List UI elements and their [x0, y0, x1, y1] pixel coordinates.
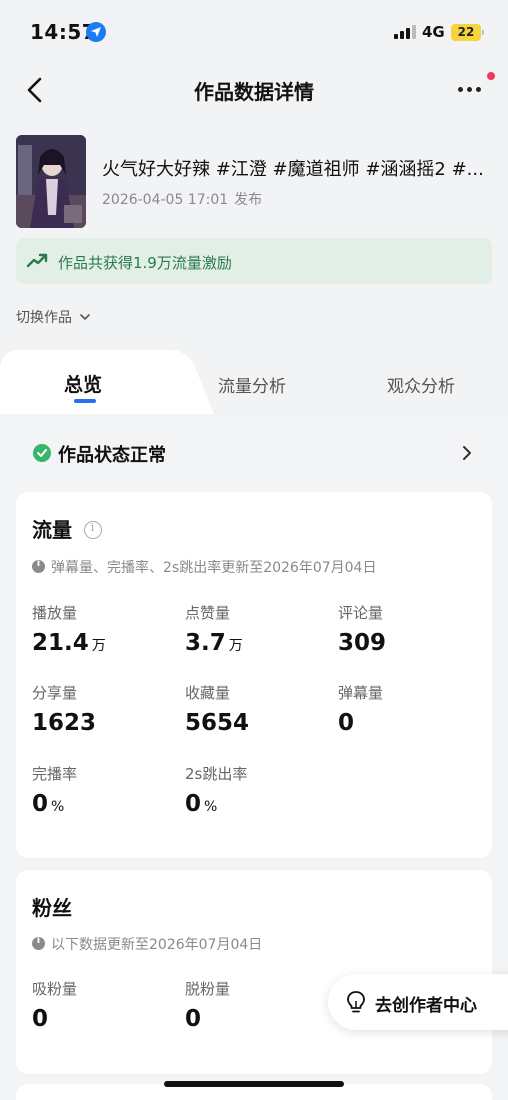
banner-text: 作品共获得1.9万流量激励 — [58, 254, 232, 272]
metric-value: 1623 — [32, 710, 97, 736]
info-icon[interactable] — [84, 521, 102, 539]
work-published-label: 发布 — [234, 192, 263, 208]
fans-title: 粉丝 — [32, 896, 72, 920]
work-thumbnail[interactable] — [16, 135, 86, 228]
metric-label: 分享量 — [32, 684, 78, 702]
metric-value: 0 — [185, 791, 202, 817]
work-status-text: 作品状态正常 — [58, 445, 166, 466]
info-dot-icon — [32, 558, 45, 573]
metric-value: 309 — [338, 630, 387, 656]
network-type: 4G — [422, 23, 445, 41]
metric-label: 脱粉量 — [185, 980, 231, 998]
metric-value: 0 — [32, 791, 49, 817]
creator-center-label: 去创作者中心 — [375, 996, 477, 1016]
work-date: 2026-04-05 17:01 — [102, 192, 229, 208]
metric-value-row: 21.4 万 — [32, 630, 172, 656]
metric-value: 0 — [185, 1006, 202, 1032]
metric-completion-rate[interactable]: 完播率 0% — [32, 763, 172, 817]
work-status-row[interactable]: 作品状态正常 — [0, 414, 508, 488]
metric-danmaku[interactable]: 弹幕量 0 — [338, 682, 478, 736]
metric-label: 2s跳出率 — [185, 765, 248, 783]
fans-card: 粉丝 以下数据更新至2026年07月04日 吸粉量 0 脱粉量 0 — [16, 870, 492, 1074]
metric-value-row: 0 — [338, 710, 478, 736]
metric-plays[interactable]: 播放量 21.4 万 — [32, 602, 172, 656]
chevron-down-icon — [80, 314, 91, 321]
traffic-note-text: 弹幕量、完播率、2s跳出率更新至2026年07月04日 — [51, 560, 377, 576]
lightbulb-icon — [347, 991, 365, 1013]
traffic-update-note: 弹幕量、完播率、2s跳出率更新至2026年07月04日 — [32, 557, 376, 577]
work-title[interactable]: 火气好大好辣 #江澄 #魔道祖师 #涵涵摇2 #... — [102, 155, 502, 181]
chevron-right-icon — [463, 446, 471, 460]
metric-value-row: 5654 — [185, 710, 325, 736]
metric-value-row: 3.7 万 — [185, 630, 325, 656]
check-circle-icon — [33, 444, 51, 462]
metric-value: 3.7 — [185, 630, 226, 656]
metric-value-row: 0% — [32, 791, 172, 817]
metric-fans-lost[interactable]: 脱粉量 0 — [185, 978, 325, 1032]
traffic-card: 流量 弹幕量、完播率、2s跳出率更新至2026年07月04日 播放量 21.4万… — [16, 492, 492, 858]
fans-update-note: 以下数据更新至2026年07月04日 — [32, 934, 262, 954]
metric-label: 弹幕量 — [338, 684, 384, 702]
metric-unit: % — [204, 799, 218, 815]
tab-bar: 总览 流量分析 观众分析 — [0, 350, 508, 414]
metric-label: 点赞量 — [185, 604, 231, 622]
battery-level: 22 — [457, 25, 475, 39]
metric-label: 播放量 — [32, 604, 78, 622]
metric-label: 吸粉量 — [32, 980, 78, 998]
metric-likes[interactable]: 点赞量 3.7 万 — [185, 602, 325, 656]
active-tab-indicator — [74, 399, 96, 403]
switch-work-label: 切换作品 — [16, 310, 72, 326]
metric-label: 收藏量 — [185, 684, 231, 702]
trending-up-icon — [26, 253, 48, 268]
metric-favorites[interactable]: 收藏量 5654 — [185, 682, 325, 736]
metric-shares[interactable]: 分享量 1623 — [32, 682, 172, 736]
metric-value: 5654 — [185, 710, 250, 736]
switch-work-dropdown[interactable]: 切换作品 — [16, 307, 91, 327]
metric-2s-bounce-rate[interactable]: 2s跳出率 0% — [185, 763, 325, 817]
traffic-incentive-banner[interactable]: 作品共获得1.9万流量激励 — [16, 238, 492, 284]
metric-value-row: 0% — [185, 791, 325, 817]
metric-fans-gained[interactable]: 吸粉量 0 — [32, 978, 172, 1032]
metric-value-row: 1623 — [32, 710, 172, 736]
fans-note-text: 以下数据更新至2026年07月04日 — [51, 937, 263, 953]
metric-unit: 万 — [91, 638, 106, 654]
metric-unit: 万 — [228, 638, 243, 654]
info-dot-icon — [32, 935, 45, 950]
tab-audience-analysis[interactable]: 观众分析 — [387, 372, 455, 397]
metric-label: 完播率 — [32, 765, 78, 783]
metric-label: 评论量 — [338, 604, 384, 622]
metric-value: 0 — [32, 1006, 49, 1032]
metric-unit: % — [51, 799, 65, 815]
metric-value-row: 309 — [338, 630, 478, 656]
metric-comments[interactable]: 评论量 309 — [338, 602, 478, 656]
battery-icon: 22 — [451, 24, 484, 41]
more-button[interactable] — [452, 72, 495, 104]
work-publish-info: 2026-04-05 17:01 发布 — [102, 189, 262, 209]
metric-value: 21.4 — [32, 630, 89, 656]
metric-value: 0 — [338, 710, 355, 736]
tab-overview[interactable]: 总览 — [64, 370, 102, 397]
status-bar: 14:57 4G 22 — [0, 0, 508, 64]
home-indicator[interactable] — [164, 1081, 344, 1087]
creator-center-button[interactable]: 去创作者中心 — [328, 974, 508, 1030]
page-title: 作品数据详情 — [194, 80, 314, 104]
notification-dot — [487, 72, 495, 80]
traffic-title: 流量 — [32, 518, 72, 542]
location-arrow-icon — [86, 22, 106, 42]
tab-traffic-analysis[interactable]: 流量分析 — [218, 372, 286, 397]
signal-icon — [394, 25, 416, 39]
